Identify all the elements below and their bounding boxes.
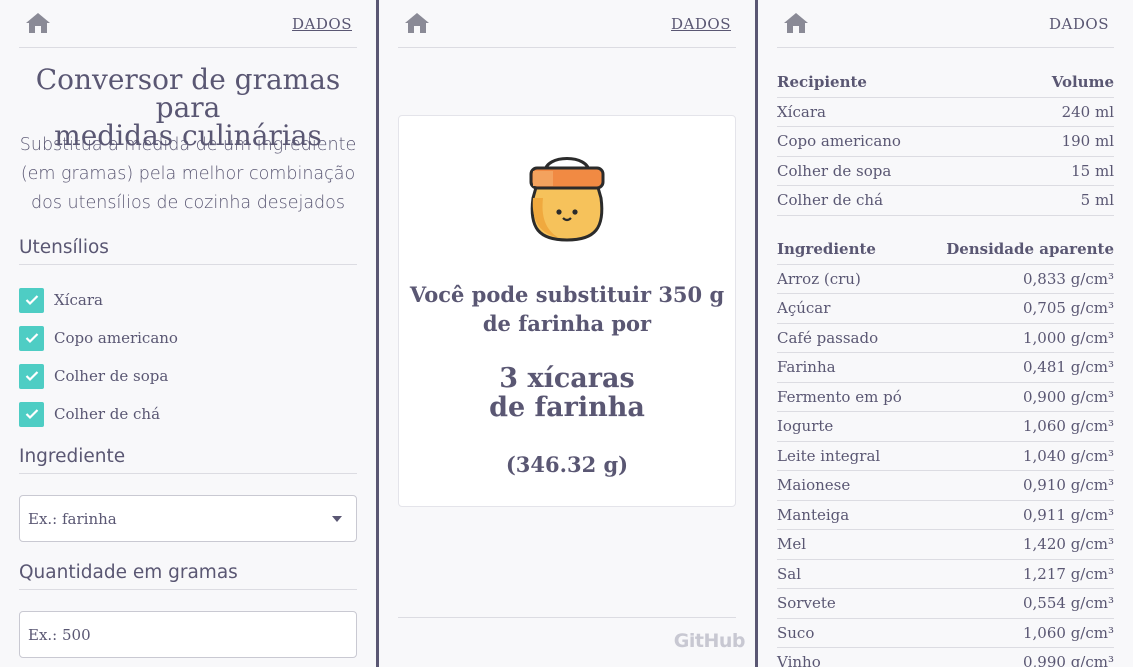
table-row: Farinha 0,481 g/cm³ [777, 353, 1114, 383]
result-grams: (346.32 g) [505, 452, 629, 477]
result-amount: 3 xícaras de farinha [489, 363, 645, 423]
footer-divider [398, 617, 736, 618]
dados-link[interactable]: DADOS [1049, 15, 1109, 33]
table-row: Mel 1,420 g/cm³ [777, 530, 1114, 560]
top-nav: DADOS [19, 0, 357, 48]
ingredient-select[interactable]: Ex.: farinha [19, 495, 357, 542]
check-icon[interactable] [19, 401, 44, 427]
table-row: Arroz (cru) 0,833 g/cm³ [777, 265, 1114, 294]
check-icon[interactable] [19, 325, 44, 351]
table-row: Açúcar 0,705 g/cm³ [777, 294, 1114, 324]
home-icon[interactable] [404, 11, 430, 35]
table-row: Colher de sopa 15 ml [777, 157, 1114, 186]
check-icon[interactable] [19, 363, 44, 389]
flour-sack-icon [529, 157, 605, 242]
dados-link[interactable]: DADOS [671, 15, 731, 33]
result-panel: DADOS Você pode substituir 350 g de fari… [379, 0, 755, 667]
utensil-checkbox-colher-de-sopa[interactable]: Colher de sopa [19, 363, 169, 389]
table-row: Sorvete 0,554 g/cm³ [777, 589, 1114, 619]
check-icon[interactable] [19, 287, 44, 313]
quantity-heading: Quantidade em gramas [19, 562, 357, 590]
utensil-label: Xícara [54, 291, 103, 309]
table-row: Maionese 0,910 g/cm³ [777, 471, 1114, 501]
table-row: Café passado 1,000 g/cm³ [777, 324, 1114, 353]
result-card: Você pode substituir 350 g de farinha po… [398, 115, 736, 507]
utensil-label: Copo americano [54, 329, 178, 347]
utensil-checkbox-copo-americano[interactable]: Copo americano [19, 325, 178, 351]
utensil-label: Colher de sopa [54, 367, 169, 385]
table-row: Colher de chá 5 ml [777, 186, 1114, 216]
data-panel: DADOS Recipiente Volume Xícara 240 ml Cop… [758, 0, 1133, 667]
dados-link[interactable]: DADOS [292, 15, 352, 33]
utensil-checkbox-colher-de-cha[interactable]: Colher de chá [19, 401, 161, 427]
ingredient-placeholder: Ex.: farinha [28, 510, 117, 528]
top-nav: DADOS [398, 0, 736, 48]
table-row: Leite integral 1,040 g/cm³ [777, 442, 1114, 471]
page-subtitle: Substitua a medida de um ingrediente (em… [19, 135, 357, 213]
top-nav: DADOS [777, 0, 1114, 48]
chevron-down-icon[interactable] [332, 516, 342, 522]
table-header: Recipiente Volume [777, 68, 1114, 98]
utensil-label: Colher de chá [54, 405, 161, 423]
result-text: Você pode substituir 350 g de farinha po… [409, 282, 725, 336]
table-row: Manteiga 0,911 g/cm³ [777, 501, 1114, 530]
quantity-placeholder: Ex.: 500 [28, 626, 91, 644]
ingredient-heading: Ingrediente [19, 446, 357, 474]
table-row: Iogurte 1,060 g/cm³ [777, 412, 1114, 442]
table-row: Xícara 240 ml [777, 98, 1114, 127]
table-row: Vinho 0,990 g/cm³ [777, 648, 1114, 667]
quantity-input[interactable]: Ex.: 500 [19, 611, 357, 658]
table-row: Sal 1,217 g/cm³ [777, 560, 1114, 589]
home-icon[interactable] [783, 11, 809, 35]
table-row: Suco 1,060 g/cm³ [777, 619, 1114, 648]
ingredients-table: Ingrediente Densidade aparente Arroz (cr… [777, 235, 1114, 667]
converter-panel: DADOS Conversor de gramas para medidas c… [0, 0, 376, 667]
table-header: Ingrediente Densidade aparente [777, 235, 1114, 265]
home-icon[interactable] [25, 11, 51, 35]
containers-table: Recipiente Volume Xícara 240 ml Copo amer… [777, 68, 1114, 216]
utensils-heading: Utensílios [19, 237, 357, 265]
table-row: Copo americano 190 ml [777, 127, 1114, 157]
github-link[interactable]: GitHub [674, 630, 746, 652]
utensil-checkbox-xicara[interactable]: Xícara [19, 287, 103, 313]
table-row: Fermento em pó 0,900 g/cm³ [777, 383, 1114, 412]
